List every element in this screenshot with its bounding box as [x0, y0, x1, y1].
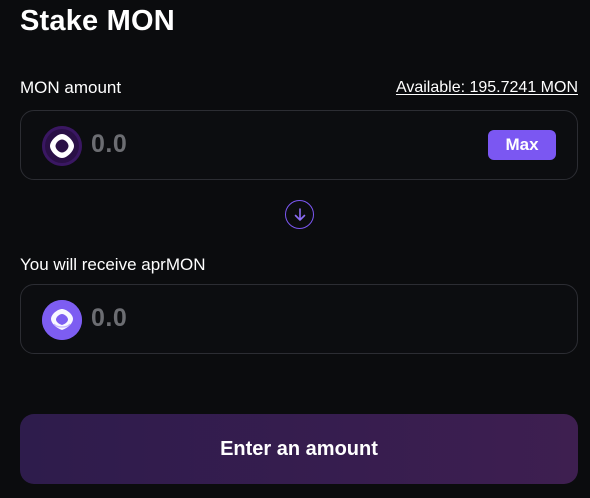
input-label: MON amount — [20, 78, 122, 97]
mon-amount-input[interactable]: 0.0 — [91, 130, 127, 159]
input-label-row: MON amount Available: 195.7241 MON — [20, 77, 578, 99]
page-title: Stake MON — [20, 5, 175, 37]
available-balance-link[interactable]: Available: 195.7241 MON — [396, 79, 578, 97]
mon-token-icon — [42, 126, 82, 166]
receive-label: You will receive aprMON — [20, 255, 206, 274]
mon-amount-field[interactable]: 0.0 Max — [20, 110, 578, 180]
aprmon-amount-value: 0.0 — [91, 304, 128, 332]
arrow-down-icon[interactable] — [285, 200, 314, 229]
stake-panel: Stake MON MON amount Available: 195.7241… — [0, 0, 590, 498]
max-button[interactable]: Max — [488, 130, 556, 160]
enter-amount-button[interactable]: Enter an amount — [20, 414, 578, 484]
aprmon-token-icon — [42, 300, 82, 340]
aprmon-amount-field: 0.0 — [20, 284, 578, 354]
